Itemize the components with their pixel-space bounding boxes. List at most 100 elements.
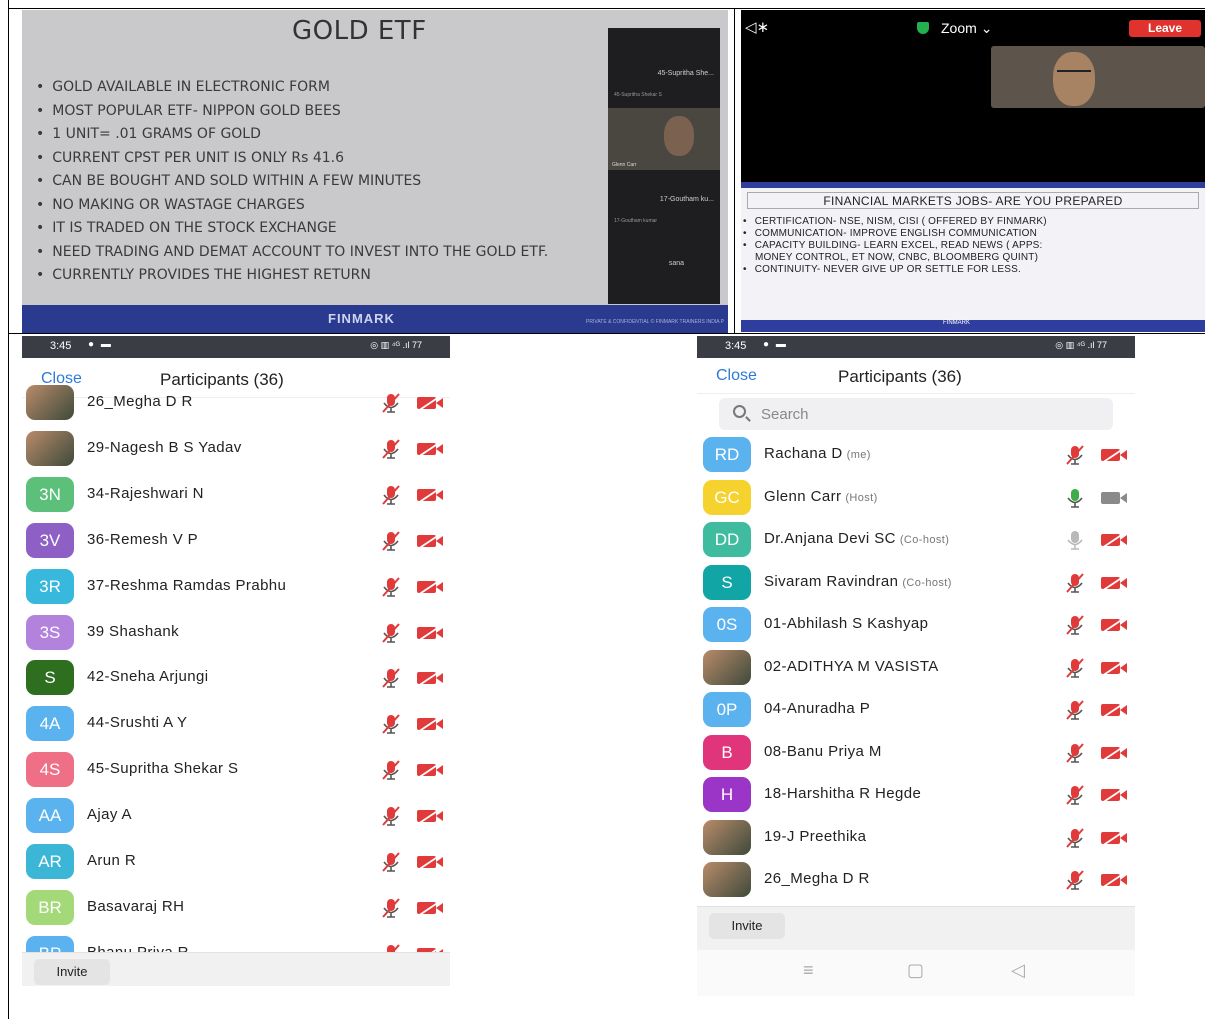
mic-muted-icon[interactable] xyxy=(380,805,402,827)
participant-name: 02-ADITHYA M VASISTA xyxy=(764,658,939,675)
participant-video xyxy=(664,116,694,156)
video-off-icon[interactable] xyxy=(1100,531,1128,549)
participant-row[interactable]: 3N 34-Rajeshwari N xyxy=(22,472,450,518)
invite-button[interactable]: Invite xyxy=(34,959,110,985)
slide-bullet: NO MAKING OR WASTAGE CHARGES xyxy=(36,194,636,218)
invite-button[interactable]: Invite xyxy=(709,913,785,939)
video-off-icon[interactable] xyxy=(1100,573,1128,592)
mic-muted-icon[interactable] xyxy=(380,622,402,644)
video-off-icon[interactable] xyxy=(416,807,444,825)
mic-muted-icon[interactable] xyxy=(380,713,402,735)
participant-row[interactable]: S Sivaram Ravindran (Co-host) xyxy=(697,560,1135,606)
video-off-icon[interactable] xyxy=(416,531,444,550)
mic-muted-icon[interactable] xyxy=(380,484,402,506)
participant-row[interactable]: B 08-Banu Priya M xyxy=(697,730,1135,776)
participant-video-strip[interactable]: 45-Supritha She... 45-Supritha Shekar S … xyxy=(608,28,720,304)
participant-row[interactable]: 26_Megha D R xyxy=(22,380,450,426)
speaker-video-tile[interactable] xyxy=(991,46,1205,108)
video-off-icon[interactable] xyxy=(416,715,444,734)
video-off-icon[interactable] xyxy=(416,440,444,458)
back-icon[interactable]: ◁ xyxy=(1011,960,1025,981)
mic-muted-icon[interactable] xyxy=(1064,444,1086,466)
mic-muted-icon[interactable] xyxy=(380,759,402,781)
video-off-icon[interactable] xyxy=(416,899,444,917)
mic-muted-icon[interactable] xyxy=(380,576,402,598)
participant-row[interactable]: 0S 01-Abhilash S Kashyap xyxy=(697,602,1135,648)
mic-icon[interactable] xyxy=(1064,487,1086,509)
video-off-icon[interactable] xyxy=(1100,658,1128,677)
video-off-icon[interactable] xyxy=(1100,446,1128,464)
video-off-icon[interactable] xyxy=(1100,871,1128,889)
participant-row[interactable]: 19-J Preethika xyxy=(697,815,1135,861)
mic-muted-icon[interactable] xyxy=(1064,699,1086,721)
mic-muted-icon[interactable] xyxy=(1064,869,1086,891)
mic-muted-icon[interactable] xyxy=(1064,784,1086,806)
mic-muted-icon[interactable] xyxy=(380,392,402,414)
mic-muted-icon[interactable] xyxy=(380,438,402,460)
participant-row[interactable]: BR Basavaraj RH xyxy=(22,885,450,931)
avatar: 4A xyxy=(26,706,74,742)
avatar: DD xyxy=(703,522,751,557)
video-off-icon[interactable] xyxy=(416,669,444,688)
menu-icon[interactable]: ≡ xyxy=(803,960,814,981)
participant-row[interactable]: 4A 44-Srushti A Y xyxy=(22,701,450,747)
slide-bullet: GOLD AVAILABLE IN ELECTRONIC FORM xyxy=(36,76,636,100)
search-input[interactable]: Search xyxy=(719,398,1113,430)
participant-row[interactable]: S 42-Sneha Arjungi xyxy=(22,655,450,701)
participant-row[interactable]: 0P 04-Anuradha P xyxy=(697,687,1135,733)
battery-level: 77 xyxy=(411,340,422,350)
participant-row[interactable]: RD Rachana D (me) xyxy=(697,432,1135,478)
participant-row[interactable]: H 18-Harshitha R Hegde xyxy=(697,772,1135,818)
participant-row[interactable]: 26_Megha D R xyxy=(697,857,1135,903)
video-off-icon[interactable] xyxy=(416,394,444,412)
mic-muted-icon[interactable] xyxy=(1064,614,1086,636)
home-icon[interactable]: ▢ xyxy=(907,960,924,981)
video-icon[interactable] xyxy=(1100,489,1128,507)
mic-muted-icon[interactable] xyxy=(1064,827,1086,849)
participant-row[interactable]: 02-ADITHYA M VASISTA xyxy=(697,645,1135,691)
video-off-icon[interactable] xyxy=(416,623,444,642)
slide-bullet: CAN BE BOUGHT AND SOLD WITHIN A FEW MINU… xyxy=(36,170,636,194)
mic-muted-icon[interactable] xyxy=(380,851,402,873)
participant-row[interactable]: 3R 37-Reshma Ramdas Prabhu xyxy=(22,564,450,610)
video-off-icon[interactable] xyxy=(1100,786,1128,804)
participant-row[interactable]: AA Ajay A xyxy=(22,793,450,839)
participant-row[interactable]: AR Arun R xyxy=(22,839,450,885)
mic-muted-icon[interactable] xyxy=(380,897,402,919)
invite-bar: Invite xyxy=(22,952,450,986)
leave-button[interactable]: Leave xyxy=(1129,20,1201,37)
participant-name-text: 02-ADITHYA M VASISTA xyxy=(764,657,939,675)
video-off-icon[interactable] xyxy=(1100,828,1128,847)
participant-row[interactable]: 4S 45-Supritha Shekar S xyxy=(22,747,450,793)
video-off-icon[interactable] xyxy=(416,761,444,779)
zoom-title[interactable]: Zoom ⌄ xyxy=(917,20,992,37)
strip-video-tile[interactable]: Glenn Carr xyxy=(608,108,720,170)
participant-name: 44-Srushti A Y xyxy=(87,714,187,731)
mic-muted-icon[interactable] xyxy=(1064,657,1086,679)
mic-muted-icon[interactable] xyxy=(380,530,402,552)
participant-row[interactable]: 3V 36-Remesh V P xyxy=(22,518,450,564)
mic-icon[interactable] xyxy=(1064,529,1086,551)
participant-row[interactable]: 29-Nagesh B S Yadav xyxy=(22,426,450,472)
participant-name-text: 18-Harshitha R Hegde xyxy=(764,785,922,802)
video-off-icon[interactable] xyxy=(1100,616,1128,634)
speaker-bluetooth-icon[interactable]: ◁∗ xyxy=(745,18,769,36)
avatar: AR xyxy=(26,844,74,879)
notification-icons: ● ▬ xyxy=(88,339,113,350)
avatar xyxy=(703,649,751,685)
share-top-band xyxy=(741,182,1205,188)
participant-row[interactable]: DD Dr.Anjana Devi SC (Co-host) xyxy=(697,517,1135,563)
video-off-icon[interactable] xyxy=(1100,743,1128,762)
participant-row[interactable]: GC Glenn Carr (Host) xyxy=(697,475,1135,521)
avatar: 3S xyxy=(26,614,74,650)
video-off-icon[interactable] xyxy=(1100,701,1128,719)
mic-muted-icon[interactable] xyxy=(1064,742,1086,764)
video-off-icon[interactable] xyxy=(416,853,444,871)
close-button[interactable]: Close xyxy=(716,367,757,385)
mic-muted-icon[interactable] xyxy=(380,667,402,689)
participant-row[interactable]: 3S 39 Shashank xyxy=(22,610,450,656)
mic-muted-icon[interactable] xyxy=(1064,572,1086,594)
video-off-icon[interactable] xyxy=(416,486,444,504)
share-bullet: CONTINUITY- NEVER GIVE UP OR SETTLE FOR … xyxy=(743,264,1203,276)
video-off-icon[interactable] xyxy=(416,577,444,596)
